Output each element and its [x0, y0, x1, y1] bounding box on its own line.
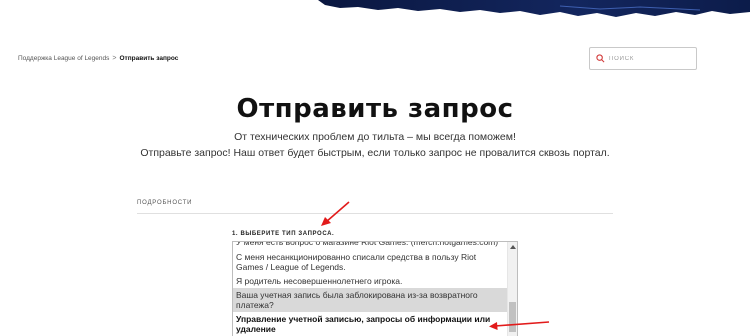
breadcrumb-separator: > [112, 55, 117, 62]
listbox-options: У меня есть вопрос о магазине Riot Games… [233, 242, 508, 336]
breadcrumb-current: Отправить запрос [119, 55, 179, 62]
page-subtitle: От технических проблем до тильта – мы вс… [140, 130, 610, 161]
subtitle-line-1: От технических проблем до тильта – мы вс… [234, 131, 516, 143]
breadcrumb-link-support[interactable]: Поддержка League of Legends [18, 55, 109, 62]
request-type-listbox[interactable]: У меня есть вопрос о магазине Riot Games… [232, 241, 518, 336]
search-icon [596, 54, 605, 63]
scroll-up-arrow-icon[interactable] [510, 245, 516, 249]
search-box[interactable] [589, 47, 697, 70]
scrollbar-thumb[interactable] [509, 302, 516, 332]
listbox-scrollbar[interactable] [507, 242, 517, 336]
request-type-label: 1. ВЫБЕРИТЕ ТИП ЗАПРОСА. [232, 231, 335, 237]
breadcrumb: Поддержка League of Legends > Отправить … [18, 55, 178, 62]
annotation-arrow-request-type [321, 201, 350, 226]
request-type-option[interactable]: Я родитель несовершеннолетнего игрока. [233, 274, 508, 288]
search-input[interactable] [609, 55, 689, 62]
request-type-option-selected[interactable]: Управление учетной записью, запросы об и… [233, 312, 508, 336]
header-banner [0, 0, 750, 22]
banner-art [318, 0, 750, 17]
section-divider [137, 213, 613, 214]
section-label-details: ПОДРОБНОСТИ [137, 200, 193, 206]
request-type-option[interactable]: С меня несанкционированно списали средст… [233, 250, 508, 274]
subtitle-line-2: Отправьте запрос! Наш ответ будет быстры… [140, 146, 610, 159]
page-title: Отправить запрос [236, 94, 514, 124]
request-type-option[interactable]: У меня есть вопрос о магазине Riot Games… [233, 242, 508, 250]
request-type-option-highlighted[interactable]: Ваша учетная запись была заблокирована и… [233, 288, 508, 312]
